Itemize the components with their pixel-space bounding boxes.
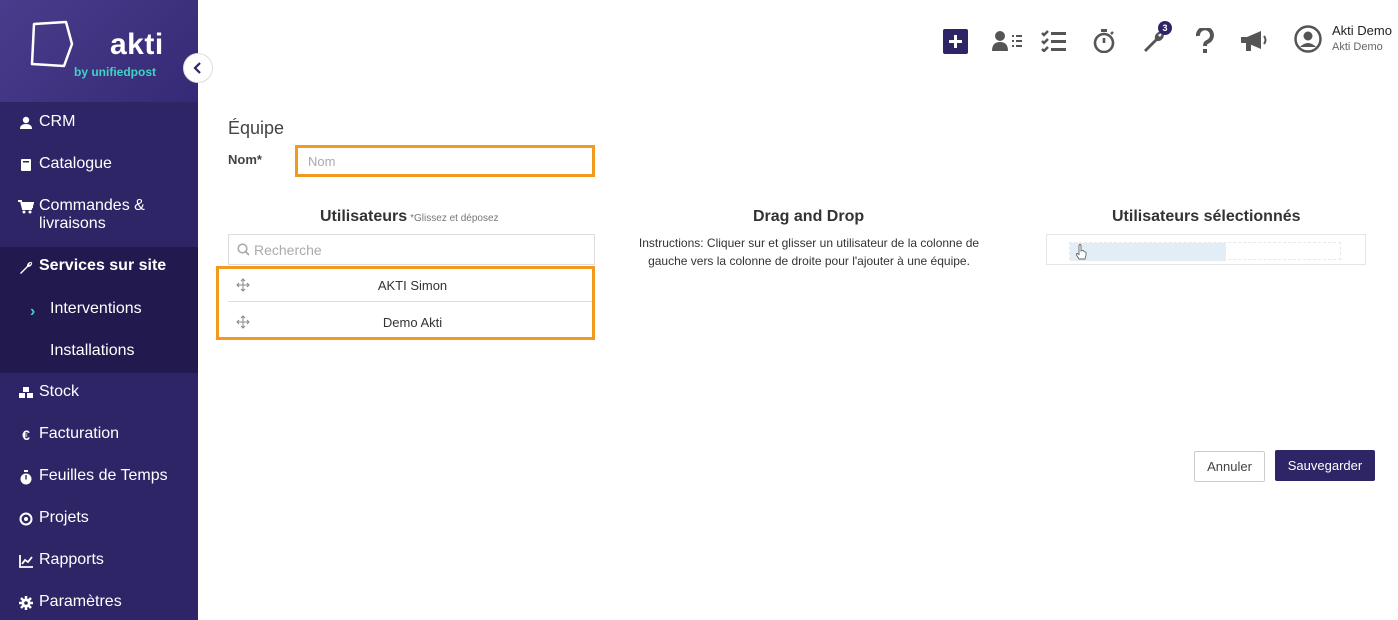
hand-pointer-icon: [1075, 244, 1087, 260]
target-icon: [17, 510, 35, 528]
sidebar-item-label: Stock: [39, 383, 80, 400]
name-label: Nom*: [228, 152, 262, 167]
brand-tagline: by unifiedpost: [74, 65, 156, 79]
sidebar-item-catalogue[interactable]: Catalogue: [0, 155, 198, 174]
gear-icon: [17, 594, 35, 612]
checklist-icon: [1041, 30, 1066, 52]
megaphone-icon: [1241, 31, 1267, 51]
euro-icon: €: [22, 427, 30, 443]
name-input[interactable]: [295, 145, 595, 177]
user-name[interactable]: Akti Demo: [1332, 23, 1392, 38]
chevron-right-icon: ›: [30, 303, 36, 320]
selected-users-dropzone[interactable]: [1046, 234, 1366, 265]
contacts-list-button[interactable]: [992, 28, 1024, 54]
sidebar-item-crm[interactable]: CRM: [0, 113, 198, 132]
cubes-icon: [17, 384, 35, 402]
user-icon: [17, 114, 35, 132]
sidebar-item-projets[interactable]: Projets: [0, 509, 198, 528]
user-list-icon: [992, 31, 1022, 51]
search-input[interactable]: [254, 241, 584, 258]
sidebar-item-label: CRM: [39, 113, 76, 130]
cancel-button[interactable]: Annuler: [1194, 451, 1265, 482]
brand-name: akti: [110, 28, 164, 61]
user-company: Akti Demo: [1332, 41, 1383, 53]
sidebar-item-parametres[interactable]: Paramètres: [0, 593, 198, 612]
sidebar-collapse-button[interactable]: [183, 53, 213, 83]
drop-placeholder: [1070, 243, 1226, 261]
drop-target[interactable]: [1069, 242, 1341, 261]
page-title: Équipe: [228, 118, 285, 138]
users-header-hint: *Glissez et déposez: [410, 213, 499, 224]
users-header-label: Utilisateurs: [320, 208, 408, 225]
sidebar: akti by unifiedpost CRM Catalogue Comman…: [0, 0, 198, 620]
sidebar-item-label: Projets: [39, 509, 89, 526]
timer-button[interactable]: [1091, 28, 1117, 54]
plus-icon: [942, 28, 968, 54]
stopwatch-icon: [17, 468, 35, 486]
announcements-button[interactable]: [1239, 28, 1269, 54]
user-name-label: AKTI Simon: [377, 277, 448, 293]
add-button[interactable]: [942, 28, 968, 54]
sidebar-item-label: Facturation: [39, 425, 120, 442]
divider: [228, 301, 592, 302]
drag-handle-icon[interactable]: [233, 315, 253, 329]
cart-icon: [17, 198, 35, 216]
wrench-icon: [17, 258, 35, 276]
sidebar-item-label: Rapports: [39, 551, 104, 568]
dnd-column-header: Drag and Drop: [753, 208, 865, 225]
user-list-item[interactable]: AKTI Simon: [228, 267, 592, 303]
sidebar-item-label: Catalogue: [39, 155, 112, 172]
sidebar-item-label: Feuilles de Temps: [39, 467, 168, 484]
user-search: [228, 234, 595, 265]
sidebar-item-stock[interactable]: Stock: [0, 383, 198, 402]
selected-users-header: Utilisateurs sélectionnés: [1112, 208, 1301, 225]
book-icon: [17, 156, 35, 174]
sidebar-item-label: Paramètres: [39, 593, 122, 610]
users-column-header: Utilisateurs *Glissez et déposez: [320, 208, 499, 226]
help-button[interactable]: [1192, 28, 1218, 54]
search-icon: [237, 243, 250, 256]
chevron-left-icon: [193, 62, 201, 74]
sidebar-item-services[interactable]: Services sur site: [0, 247, 198, 289]
sidebar-subitem-installations[interactable]: Installations: [50, 342, 135, 360]
sidebar-item-label: Commandes & livraisons: [39, 197, 145, 232]
dnd-instructions: Instructions: Cliquer sur et glisser un …: [638, 236, 980, 268]
sidebar-item-feuilles-temps[interactable]: Feuilles de Temps: [0, 467, 198, 486]
sidebar-item-facturation[interactable]: € Facturation: [0, 425, 198, 444]
sidebar-item-rapports[interactable]: Rapports: [0, 551, 198, 570]
user-circle-icon: [1294, 25, 1322, 53]
user-list-item[interactable]: Demo Akti: [228, 304, 592, 340]
question-icon: [1195, 28, 1214, 53]
save-button[interactable]: Sauvegarder: [1275, 450, 1375, 481]
user-name-label: Demo Akti: [382, 314, 443, 330]
tasks-button[interactable]: [1041, 28, 1067, 54]
logo-area: akti by unifiedpost: [0, 0, 198, 102]
sidebar-item-label: Services sur site: [39, 257, 167, 274]
akti-logo-icon: [30, 20, 74, 68]
drag-handle-icon[interactable]: [233, 278, 253, 292]
user-avatar[interactable]: [1293, 24, 1323, 54]
sidebar-item-commandes[interactable]: Commandes & livraisons: [0, 197, 198, 233]
notification-badge: 3: [1158, 21, 1172, 35]
stopwatch-icon: [1093, 29, 1115, 53]
sidebar-subitem-interventions[interactable]: Interventions: [50, 300, 142, 318]
chart-icon: [17, 552, 35, 570]
